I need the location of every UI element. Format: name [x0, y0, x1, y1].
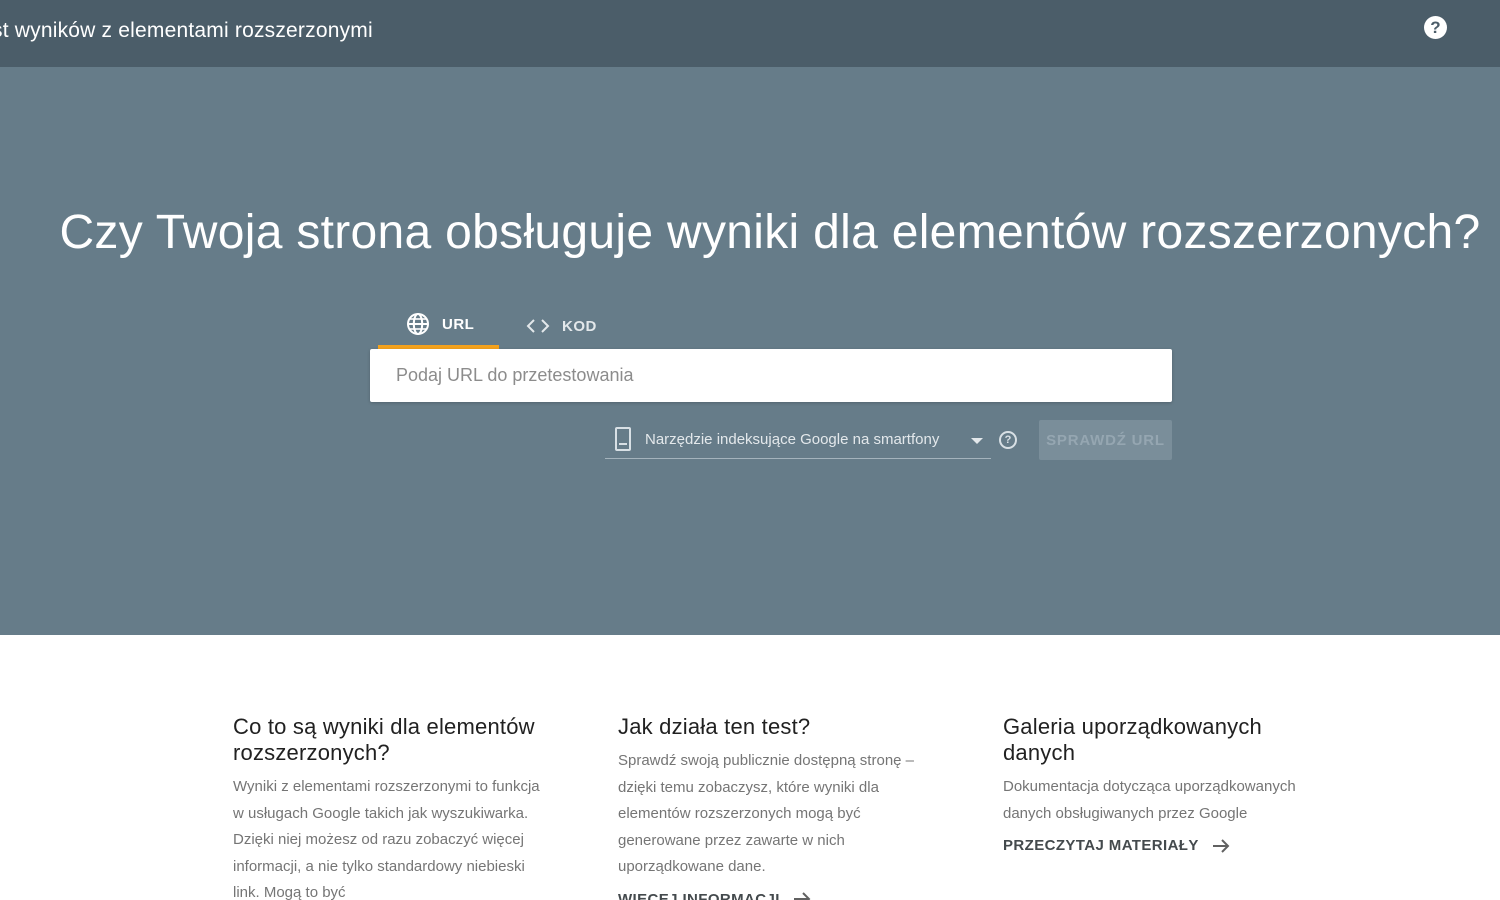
top-app-bar: st wyników z elementami rozszerzonymi ? — [0, 0, 1500, 67]
arrow-right-icon — [793, 892, 811, 900]
read-docs-label: PRZECZYTAJ MATERIAŁY — [1003, 837, 1199, 854]
read-docs-link[interactable]: PRZECZYTAJ MATERIAŁY — [1003, 837, 1231, 854]
learn-more-link[interactable]: WIĘCEJ INFORMACJI — [618, 891, 812, 900]
app-title: st wyników z elementami rozszerzonymi — [0, 19, 373, 42]
tab-url-label: URL — [442, 315, 475, 333]
arrow-right-icon — [1212, 838, 1230, 853]
url-input[interactable] — [370, 349, 1172, 402]
info-column-text: Dokumentacja dotycząca uporządkowanych d… — [1003, 778, 1296, 822]
tab-kod[interactable]: KOD — [526, 303, 606, 349]
crawler-help-icon[interactable]: ? — [999, 431, 1017, 449]
hero-title: Czy Twoja strona obsługuje wyniki dla el… — [59, 206, 1481, 259]
dropdown-caret-icon — [971, 438, 983, 444]
info-column-title: Jak działa ten test? — [618, 714, 811, 739]
learn-more-label: WIĘCEJ INFORMACJI — [618, 890, 780, 900]
tab-kod-label: KOD — [562, 317, 597, 335]
globe-icon — [407, 313, 429, 335]
crawler-select[interactable]: Narzędzie indeksujące Google na smartfon… — [605, 423, 991, 459]
tab-url[interactable]: URL — [378, 303, 499, 349]
info-column-text: Wyniki z elementami rozszerzonymi to fun… — [233, 778, 540, 900]
info-column-title: Co to są wyniki dla elementów rozszerzon… — [233, 714, 535, 765]
hero-section: Czy Twoja strona obsługuje wyniki dla el… — [0, 67, 1500, 635]
info-column-how-it-works: Jak działa ten test? Sprawdź swoją publi… — [618, 714, 938, 900]
crawler-selected-label: Narzędzie indeksujące Google na smartfon… — [645, 431, 940, 448]
info-column-gallery: Galeria uporządkowanych danych Dokumenta… — [1003, 714, 1323, 855]
code-icon — [526, 319, 550, 333]
info-column-rich-results: Co to są wyniki dla elementów rozszerzon… — [233, 714, 553, 900]
help-icon[interactable]: ? — [1424, 16, 1447, 39]
info-column-text: Sprawdź swoją publicznie dostępną stronę… — [618, 752, 915, 875]
info-column-title: Galeria uporządkowanych danych — [1003, 714, 1262, 765]
smartphone-icon — [615, 427, 631, 451]
check-url-button[interactable]: SPRAWDŹ URL — [1039, 420, 1172, 460]
